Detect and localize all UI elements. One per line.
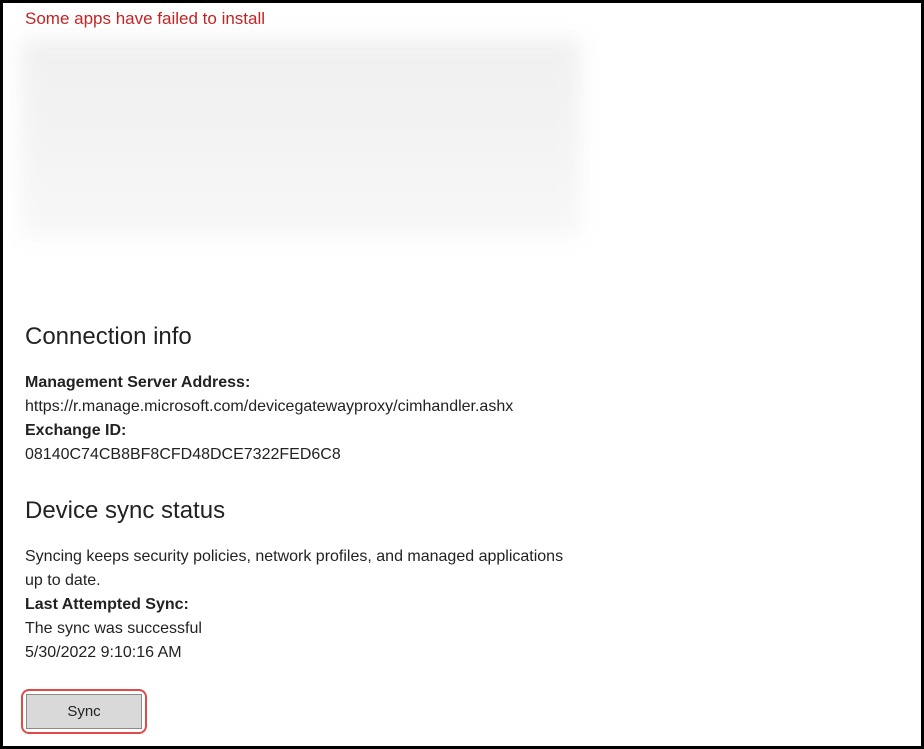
last-sync-label: Last Attempted Sync: — [25, 593, 899, 617]
connection-info-block: Management Server Address: https://r.man… — [25, 371, 899, 467]
device-sync-heading: Device sync status — [25, 497, 899, 525]
sync-button-highlight: Sync — [21, 689, 147, 734]
error-banner: Some apps have failed to install — [3, 3, 921, 29]
sync-info-block: Last Attempted Sync: The sync was succes… — [25, 593, 899, 665]
server-address-label: Management Server Address: — [25, 371, 899, 395]
last-sync-result: The sync was successful — [25, 617, 899, 641]
connection-info-heading: Connection info — [25, 323, 899, 351]
server-address-value: https://r.manage.microsoft.com/devicegat… — [25, 395, 899, 419]
exchange-id-value: 08140C74CB8BF8CFD48DCE7322FED6C8 — [25, 443, 899, 467]
exchange-id-label: Exchange ID: — [25, 419, 899, 443]
last-sync-time: 5/30/2022 9:10:16 AM — [25, 641, 899, 665]
redacted-area — [21, 39, 581, 237]
sync-button[interactable]: Sync — [26, 694, 142, 729]
sync-description: Syncing keeps security policies, network… — [25, 545, 585, 593]
